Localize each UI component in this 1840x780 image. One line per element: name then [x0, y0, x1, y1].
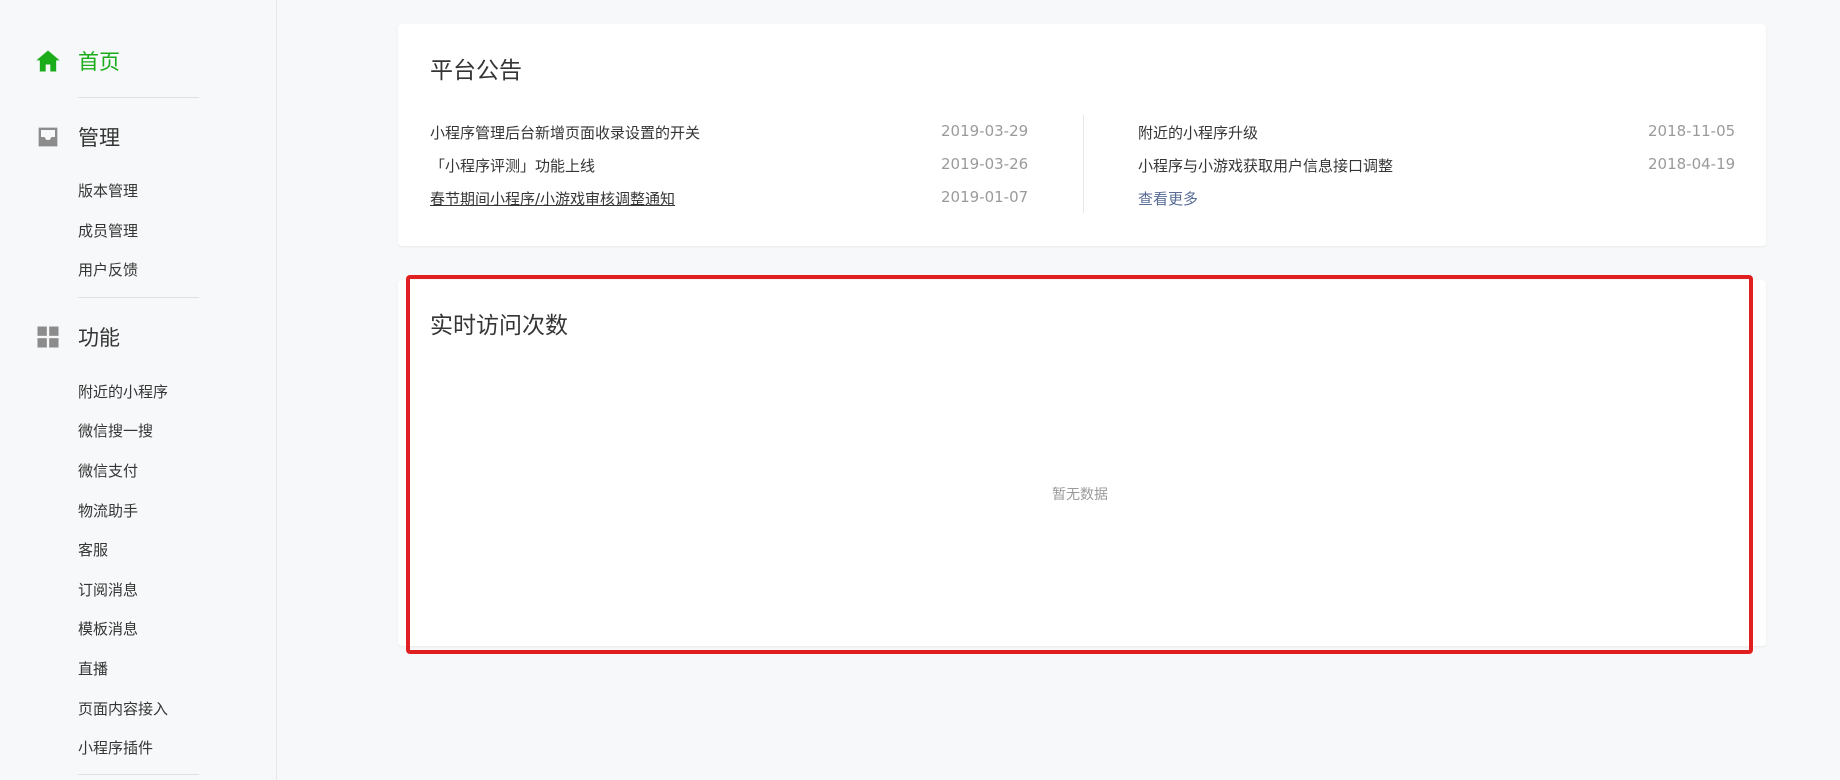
sidebar-item-members[interactable]: 成员管理 [78, 220, 138, 241]
sidebar-item-live[interactable]: 直播 [78, 658, 108, 679]
home-icon [36, 50, 60, 72]
grid-icon [37, 326, 59, 348]
sidebar-item-label: 首页 [78, 50, 120, 74]
sidebar-item-feedback[interactable]: 用户反馈 [78, 259, 138, 280]
sidebar-item-subscribe[interactable]: 订阅消息 [78, 579, 138, 600]
announcement-link[interactable]: 春节期间小程序/小游戏审核调整通知 [430, 188, 675, 209]
sidebar-item-content[interactable]: 页面内容接入 [78, 698, 168, 719]
sidebar-divider [78, 97, 199, 98]
sidebar-section-features: 功能 [34, 322, 120, 352]
sidebar: 首页 管理 版本管理 成员管理 用户反馈 功能 附近的小程序 微信搜一搜 微信支… [0, 0, 277, 780]
announcement-link[interactable]: 附近的小程序升级 [1138, 122, 1258, 143]
empty-state-text: 暂无数据 [1052, 487, 1108, 503]
inbox-icon [38, 127, 58, 147]
sidebar-section-manage: 管理 [34, 122, 120, 152]
sidebar-item-nearby[interactable]: 附近的小程序 [78, 381, 168, 402]
sidebar-divider [78, 297, 199, 298]
announcement-date: 2019-03-26 [941, 155, 1029, 173]
sidebar-item-version[interactable]: 版本管理 [78, 180, 138, 201]
realtime-visits-title: 实时访问次数 [430, 313, 568, 339]
sidebar-item-search[interactable]: 微信搜一搜 [78, 420, 153, 441]
announcement-link[interactable]: 小程序与小游戏获取用户信息接口调整 [1138, 155, 1393, 176]
announcement-date: 2019-01-07 [941, 188, 1029, 206]
announcement-date: 2018-04-19 [1648, 155, 1736, 173]
column-divider [1083, 115, 1084, 213]
realtime-visits-card [398, 280, 1766, 646]
sidebar-item-logistics[interactable]: 物流助手 [78, 500, 138, 521]
section-label: 管理 [78, 126, 120, 150]
sidebar-item-home[interactable]: 首页 [34, 46, 120, 76]
announcement-link[interactable]: 「小程序评测」功能上线 [430, 155, 595, 176]
sidebar-item-plugin[interactable]: 小程序插件 [78, 737, 153, 758]
section-label: 功能 [78, 326, 120, 350]
announcements-title: 平台公告 [430, 58, 522, 84]
sidebar-item-service[interactable]: 客服 [78, 539, 108, 560]
sidebar-item-pay[interactable]: 微信支付 [78, 460, 138, 481]
sidebar-item-template[interactable]: 模板消息 [78, 618, 138, 639]
announcement-date: 2019-03-29 [941, 122, 1029, 140]
view-more-link[interactable]: 查看更多 [1138, 188, 1198, 209]
announcement-date: 2018-11-05 [1648, 122, 1736, 140]
sidebar-divider [78, 774, 199, 775]
announcement-link[interactable]: 小程序管理后台新增页面收录设置的开关 [430, 122, 700, 143]
